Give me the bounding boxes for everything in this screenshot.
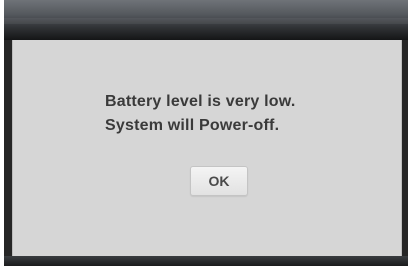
screen: Battery level is very low. System will P… bbox=[0, 0, 414, 269]
battery-warning-dialog: Battery level is very low. System will P… bbox=[4, 0, 408, 266]
ok-button[interactable]: OK bbox=[190, 166, 248, 196]
message-line-2: System will Power-off. bbox=[105, 117, 280, 134]
message-line-1: Battery level is very low. bbox=[105, 93, 296, 110]
dialog-bottom-border bbox=[4, 256, 408, 266]
dialog-message: Battery level is very low. System will P… bbox=[105, 90, 295, 138]
title-bar-sheen bbox=[4, 18, 408, 24]
dialog-body: Battery level is very low. System will P… bbox=[12, 40, 402, 256]
dialog-title-bar[interactable] bbox=[4, 0, 408, 40]
